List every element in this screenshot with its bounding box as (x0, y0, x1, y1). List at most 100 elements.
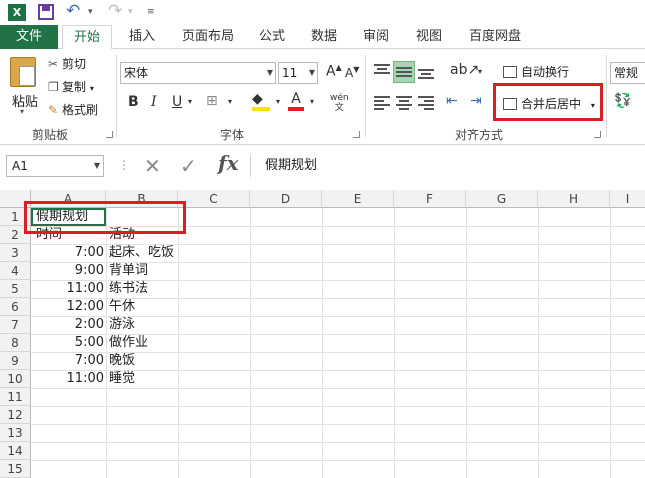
row-header-15[interactable]: 15 (0, 460, 31, 478)
chevron-down-icon: ▼ (93, 161, 100, 170)
decrease-indent-icon[interactable]: ⇤ (446, 93, 458, 109)
align-center-icon[interactable] (396, 96, 412, 110)
table-row-activity[interactable]: 午休 (109, 298, 135, 316)
table-row-activity[interactable]: 背单词 (109, 262, 148, 280)
underline-button[interactable]: U (172, 94, 182, 110)
increase-font-button[interactable]: A▲ (326, 63, 342, 80)
underline-dropdown-icon[interactable]: ▾ (188, 97, 192, 106)
row-header-11[interactable]: 11 (0, 388, 31, 406)
tab-review[interactable]: 审阅 (355, 25, 397, 49)
column-header-i[interactable]: I (610, 190, 645, 208)
table-row-activity[interactable]: 晚饭 (109, 352, 135, 370)
currency-icon[interactable]: 💱 (614, 93, 631, 109)
table-row-time[interactable]: 9:00 (31, 262, 104, 280)
row-header-14[interactable]: 14 (0, 442, 31, 460)
table-row-time[interactable]: 2:00 (31, 316, 104, 334)
row-header-12[interactable]: 12 (0, 406, 31, 424)
tab-file[interactable]: 文件 (0, 25, 58, 49)
table-row-time[interactable]: 5:00 (31, 334, 104, 352)
format-painter-button[interactable]: ✎ 格式刷 (48, 101, 98, 119)
tab-insert[interactable]: 插入 (120, 25, 164, 49)
table-row-time[interactable]: 11:00 (31, 280, 104, 298)
table-row-time[interactable]: 7:00 (31, 352, 104, 370)
orientation-icon[interactable]: ab↗ (450, 62, 479, 78)
clipboard-launcher-icon[interactable] (106, 131, 113, 138)
row-header-8[interactable]: 8 (0, 334, 31, 352)
row-header-13[interactable]: 13 (0, 424, 31, 442)
column-header-c[interactable]: C (178, 190, 250, 208)
row-header-5[interactable]: 5 (0, 280, 31, 298)
undo-dropdown-icon[interactable]: ▾ (88, 7, 93, 17)
row-header-9[interactable]: 9 (0, 352, 31, 370)
bold-button[interactable]: B (128, 94, 139, 110)
number-format-combo[interactable]: 常规 (610, 62, 645, 84)
table-row-time[interactable]: 11:00 (31, 370, 104, 388)
italic-button[interactable]: I (151, 94, 157, 110)
table-row-activity[interactable]: 游泳 (109, 316, 135, 334)
name-box[interactable]: A1 ▼ (6, 155, 104, 177)
increase-indent-icon[interactable]: ⇥ (470, 93, 482, 109)
row-header-6[interactable]: 6 (0, 298, 31, 316)
column-header-d[interactable]: D (250, 190, 322, 208)
redo-icon[interactable]: ↷ (108, 1, 122, 21)
align-left-icon[interactable] (374, 96, 390, 110)
insert-function-button[interactable]: fx (218, 151, 239, 175)
align-top-icon[interactable] (374, 64, 390, 78)
tab-formulas[interactable]: 公式 (252, 25, 292, 49)
alignment-launcher-icon[interactable] (594, 131, 601, 138)
decrease-font-button[interactable]: A▼ (345, 65, 359, 80)
phonetic-button[interactable]: wén 文 (330, 93, 349, 113)
tab-baidu-netdisk[interactable]: 百度网盘 (462, 25, 528, 49)
formula-input[interactable]: 假期规划 (250, 155, 645, 177)
row-header-4[interactable]: 4 (0, 262, 31, 280)
tab-page-layout[interactable]: 页面布局 (175, 25, 241, 49)
cut-button[interactable]: ✂ 剪切 (48, 55, 86, 73)
paste-button[interactable]: 粘贴 (12, 91, 38, 110)
more-options-icon[interactable]: ⋮ (118, 158, 130, 172)
paste-dropdown-icon[interactable]: ▾ (20, 107, 24, 116)
font-color-dropdown-icon[interactable]: ▾ (310, 97, 314, 106)
border-dropdown-icon[interactable]: ▾ (228, 97, 232, 106)
save-icon[interactable] (38, 4, 54, 20)
column-header-h[interactable]: H (538, 190, 610, 208)
spreadsheet-grid[interactable]: A B C D E F G H I 1 2 3 4 5 6 7 8 9 10 1… (0, 190, 645, 478)
table-row-activity[interactable]: 起床、吃饭 (109, 244, 174, 262)
title-highlight-box (24, 201, 186, 234)
font-color-icon[interactable]: A (288, 91, 304, 111)
cancel-icon[interactable]: ✕ (144, 154, 161, 178)
row-header-10[interactable]: 10 (0, 370, 31, 388)
wrap-text-button[interactable]: 自动换行 (503, 63, 569, 80)
row-header-3[interactable]: 3 (0, 244, 31, 262)
tab-data[interactable]: 数据 (303, 25, 345, 49)
fill-color-icon[interactable]: ◆ (252, 91, 270, 111)
undo-icon[interactable]: ↶ (66, 1, 80, 21)
enter-icon[interactable]: ✓ (180, 154, 197, 178)
font-launcher-icon[interactable] (353, 131, 360, 138)
font-name-combo[interactable]: 宋体 ▼ (120, 62, 276, 84)
copy-button[interactable]: ❐ 复制 ▾ (48, 78, 94, 96)
customize-qat-icon[interactable]: ≡ (147, 7, 155, 17)
table-row-time[interactable]: 7:00 (31, 244, 104, 262)
tab-view[interactable]: 视图 (408, 25, 450, 49)
redo-dropdown-icon[interactable]: ▾ (128, 7, 133, 17)
table-row-activity[interactable]: 做作业 (109, 334, 148, 352)
table-row-time[interactable]: 12:00 (31, 298, 104, 316)
scissors-icon: ✂ (48, 57, 59, 71)
column-header-e[interactable]: E (322, 190, 394, 208)
clipboard-group-label: 剪贴板 (32, 128, 69, 142)
tab-home[interactable]: 开始 (62, 25, 112, 50)
border-icon[interactable]: ⊞ (206, 93, 218, 109)
decrease-font-icon: A (345, 66, 354, 80)
orientation-dropdown-icon[interactable]: ▾ (478, 67, 482, 76)
table-row-activity[interactable]: 练书法 (109, 280, 148, 298)
paste-icon[interactable] (10, 57, 36, 87)
align-bottom-icon[interactable] (418, 67, 434, 81)
font-size-combo[interactable]: 11 ▼ (278, 62, 318, 84)
align-right-icon[interactable] (418, 96, 434, 110)
fill-dropdown-icon[interactable]: ▾ (276, 97, 280, 106)
row-header-7[interactable]: 7 (0, 316, 31, 334)
chevron-down-icon: ▼ (266, 68, 273, 77)
column-header-g[interactable]: G (466, 190, 538, 208)
column-header-f[interactable]: F (394, 190, 466, 208)
table-row-activity[interactable]: 睡觉 (109, 370, 135, 388)
